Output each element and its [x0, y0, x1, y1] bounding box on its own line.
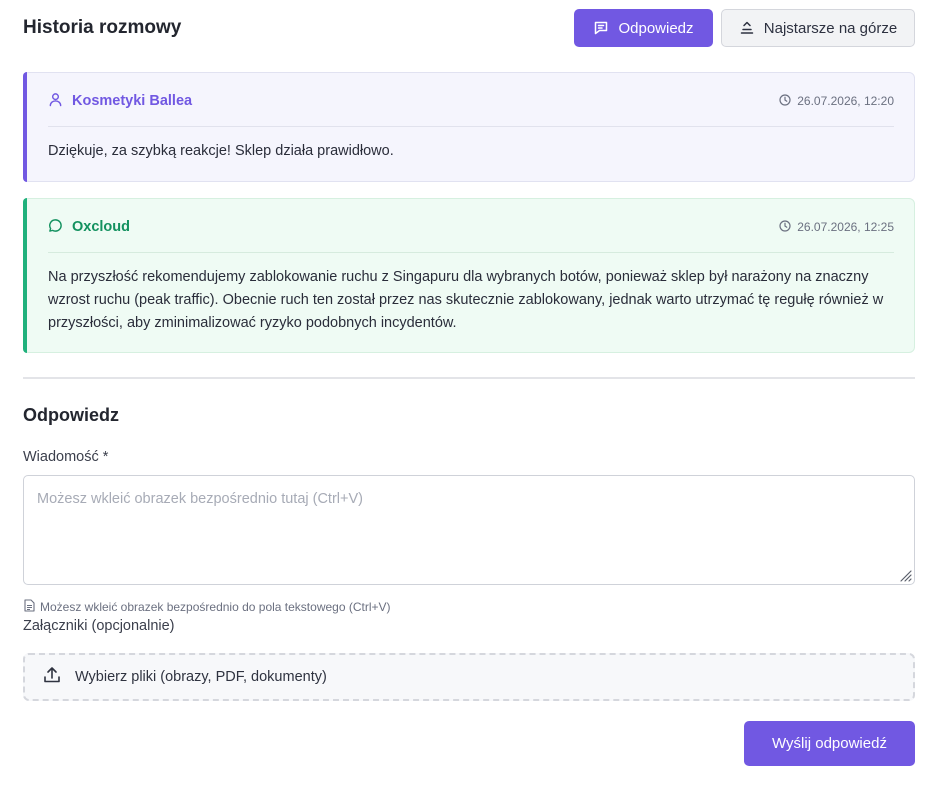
resize-handle-icon[interactable]: [898, 568, 912, 582]
paste-hint: Możesz wkleić obrazek bezpośrednio do po…: [24, 599, 391, 615]
message-textarea[interactable]: [23, 475, 915, 585]
chat-bubble-icon: [48, 218, 63, 237]
message-divider: [48, 252, 894, 253]
page-title: Historia rozmowy: [23, 17, 182, 38]
message-timestamp: 26.07.2026, 12:20: [779, 93, 894, 109]
message-accent-bar: [23, 198, 27, 353]
sort-oldest-icon: [739, 20, 755, 36]
file-picker-dropzone[interactable]: Wybierz pliki (obrazy, PDF, dokumenty): [23, 653, 915, 701]
user-icon: [48, 92, 63, 111]
message-card-customer: Kosmetyki Ballea 26.07.2026, 12:20 Dzięk…: [23, 72, 915, 182]
message-card-support: Oxcloud 26.07.2026, 12:25 Na przyszłość …: [23, 198, 915, 353]
attachments-label: Załączniki (opcjonalnie): [23, 618, 175, 634]
message-timestamp-text: 26.07.2026, 12:25: [797, 220, 894, 234]
message-accent-bar: [23, 72, 27, 182]
clock-icon: [779, 219, 791, 235]
message-header: Kosmetyki Ballea 26.07.2026, 12:20: [48, 91, 894, 111]
message-square-icon: [593, 20, 609, 36]
message-author: Oxcloud: [48, 218, 130, 237]
conversation-page: Historia rozmowy Odpowiedz Najstarsze na…: [0, 0, 938, 792]
submit-reply-button[interactable]: Wyślij odpowiedź: [744, 721, 915, 766]
message-header: Oxcloud 26.07.2026, 12:25: [48, 217, 894, 237]
clock-icon: [779, 93, 791, 109]
sort-order-button[interactable]: Najstarsze na górze: [721, 9, 915, 47]
message-text: Na przyszłość rekomendujemy zablokowanie…: [48, 269, 884, 331]
message-text: Dziękuje, za szybką reakcje! Sklep dział…: [48, 143, 394, 159]
message-author-name: Oxcloud: [72, 219, 131, 235]
message-field-label: Wiadomość *: [23, 449, 109, 465]
sort-order-label: Najstarsze na górze: [763, 19, 898, 37]
file-text-icon: [24, 599, 35, 615]
upload-icon: [42, 665, 62, 689]
section-divider: [23, 377, 915, 379]
reply-section-title: Odpowiedz: [23, 405, 119, 425]
message-timestamp: 26.07.2026, 12:25: [779, 219, 894, 235]
message-author: Kosmetyki Ballea: [48, 92, 192, 111]
reply-button[interactable]: Odpowiedz: [574, 9, 713, 47]
message-divider: [48, 126, 894, 127]
message-author-name: Kosmetyki Ballea: [72, 93, 193, 109]
file-picker-label: Wybierz pliki (obrazy, PDF, dokumenty): [75, 669, 327, 685]
message-timestamp-text: 26.07.2026, 12:20: [797, 94, 894, 108]
paste-hint-text: Możesz wkleić obrazek bezpośrednio do po…: [40, 600, 391, 614]
reply-button-label: Odpowiedz: [618, 19, 694, 37]
